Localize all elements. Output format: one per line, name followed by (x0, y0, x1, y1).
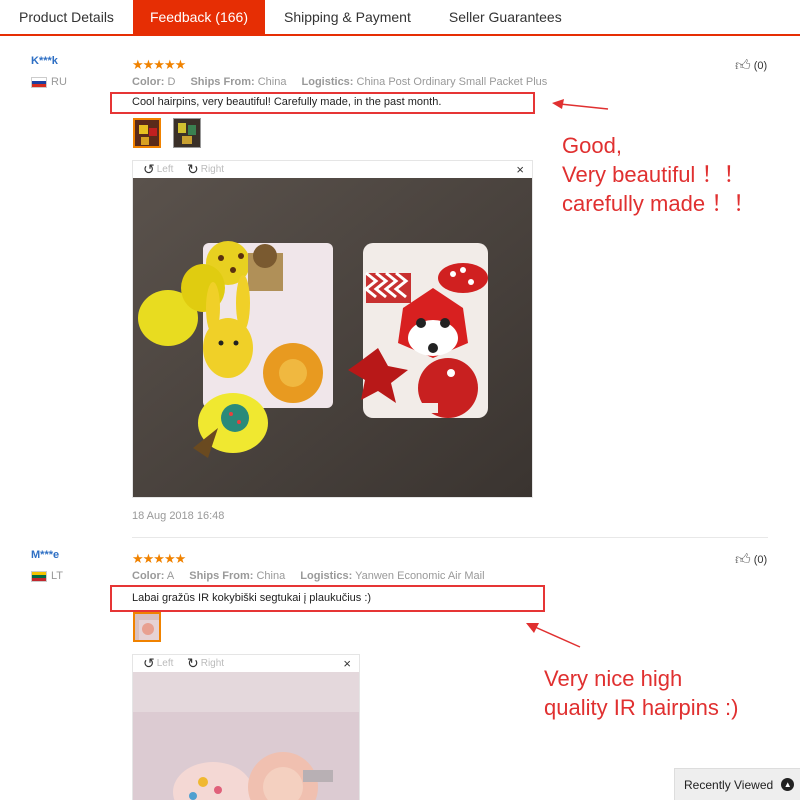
star-rating: ★★★★★ (132, 57, 186, 72)
review-photo[interactable] (133, 672, 359, 800)
recently-viewed-button[interactable]: Recently Viewed ▲ (674, 768, 800, 800)
order-meta: Color: D Ships From: China Logistics: Ch… (132, 76, 548, 88)
arrow-annotation-icon (526, 623, 581, 648)
review-date: 18 Aug 2018 16:48 (132, 510, 225, 522)
photo-thumbnail[interactable] (133, 612, 161, 642)
helpful-count: (0) (753, 554, 768, 566)
helpful-button[interactable]: 👍︎ (0) (735, 551, 767, 569)
tab-product-details[interactable]: Product Details (0, 0, 133, 34)
country-code: LT (51, 570, 64, 582)
rotate-right-button[interactable]: ↻ Right (187, 162, 224, 176)
annotation-text: Good, Very beautiful ！！ carefully made ！… (562, 133, 756, 216)
order-meta: Color: A Ships From: China Logistics: Ya… (132, 570, 485, 582)
reviewer-name[interactable]: M***e (31, 549, 59, 561)
tab-bar: Product Details Feedback (166) Shipping … (0, 0, 800, 36)
country-code: RU (51, 76, 67, 88)
recently-viewed-label: Recently Viewed (684, 777, 774, 792)
helpful-button[interactable]: 👍︎ (0) (735, 57, 767, 75)
flag-lithuania-icon (31, 570, 47, 582)
ships-from: China (256, 570, 286, 582)
review-item: M***e LT ★★★★★ Color: A Ships From: Chin… (0, 549, 800, 800)
thumbs-up-icon: 👍︎ (735, 57, 751, 74)
chevron-up-icon: ▲ (781, 778, 795, 791)
rotate-left-button[interactable]: ↺ Left (143, 656, 173, 670)
photo-thumbnail[interactable] (133, 118, 161, 148)
logistics: China Post Ordinary Small Packet Plus (356, 76, 548, 88)
rotate-left-icon: ↺ (143, 655, 155, 671)
reviewer-country: LT (31, 570, 63, 582)
flag-russia-icon (31, 76, 47, 88)
rotate-right-icon: ↻ (187, 161, 199, 177)
tab-feedback[interactable]: Feedback (166) (132, 0, 265, 34)
annotation-text: Very nice high quality IR hairpins :) (544, 666, 739, 720)
helpful-count: (0) (753, 60, 768, 72)
rotate-right-icon: ↻ (187, 655, 199, 671)
tab-seller-guarantees[interactable]: Seller Guarantees (430, 0, 581, 34)
thumbs-up-icon: 👍︎ (735, 551, 751, 568)
reviewer-country: RU (31, 76, 67, 88)
review-item: K***k RU ★★★★★ Color: D Ships From: Chin… (0, 55, 800, 535)
review-comment: Cool hairpins, very beautiful! Carefully… (132, 96, 442, 108)
photo-thumbnail[interactable] (173, 118, 201, 148)
review-comment: Labai gražūs IR kokybiški segtukai į pla… (132, 592, 372, 604)
arrow-annotation-icon (552, 99, 609, 110)
rotate-left-icon: ↺ (143, 161, 155, 177)
star-rating: ★★★★★ (132, 551, 186, 566)
order-color: A (166, 570, 175, 582)
close-icon[interactable]: × (516, 162, 524, 177)
order-color: D (167, 76, 176, 88)
ships-from: China (257, 76, 287, 88)
rotate-right-button[interactable]: ↻ Right (187, 656, 224, 670)
review-divider (132, 537, 768, 538)
tab-shipping-payment[interactable]: Shipping & Payment (265, 0, 430, 34)
close-icon[interactable]: × (343, 656, 351, 671)
reviewer-name[interactable]: K***k (31, 55, 58, 67)
logistics: Yanwen Economic Air Mail (355, 570, 485, 582)
rotate-left-button[interactable]: ↺ Left (143, 162, 173, 176)
review-photo[interactable] (133, 178, 532, 497)
